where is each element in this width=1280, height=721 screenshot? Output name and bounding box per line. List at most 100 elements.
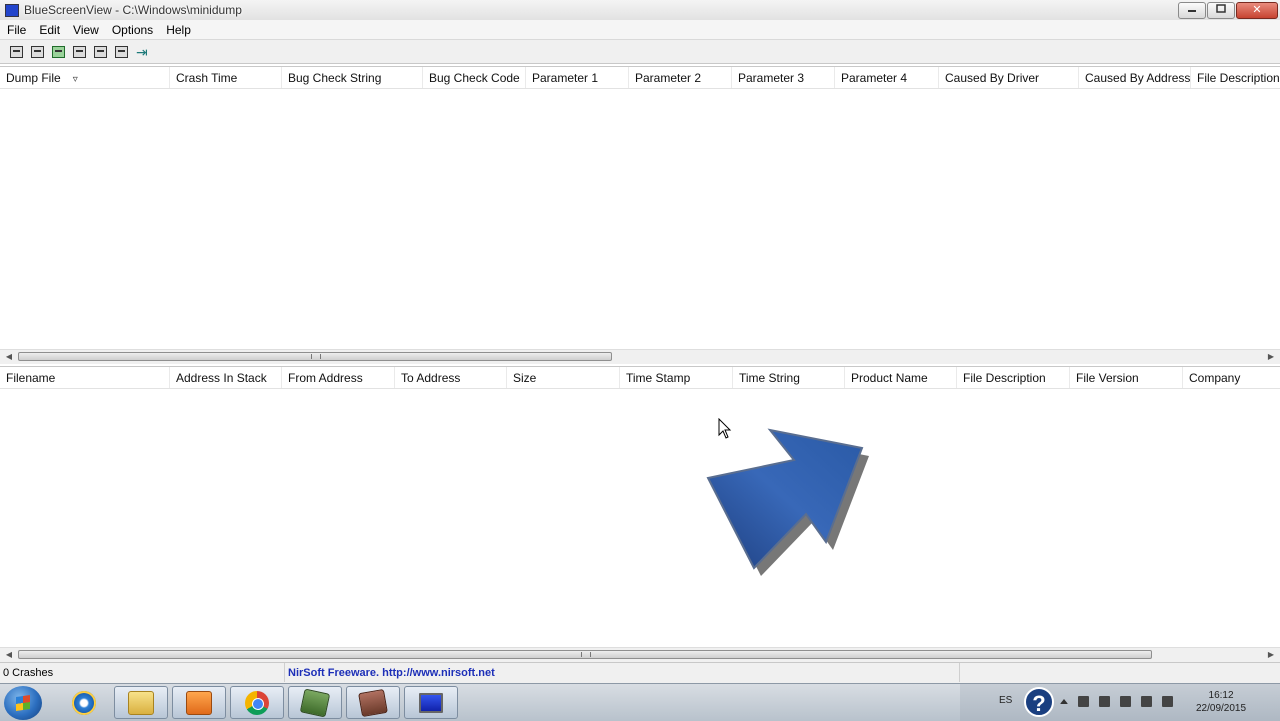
close-button[interactable]: ✕ [1236,2,1278,19]
help-icon[interactable]: ? [1024,687,1054,717]
column-header[interactable]: Parameter 1 [526,67,629,88]
window-controls: ✕ [1177,2,1278,19]
signal-icon[interactable] [1141,696,1152,707]
taskbar-bluescreenview[interactable] [404,686,458,719]
find-icon [115,45,128,58]
title-bar: BlueScreenView - C:\Windows\minidump ✕ [0,0,1280,21]
column-header[interactable]: Address In Stack [170,367,282,388]
column-label: Dump File [6,71,61,85]
column-header[interactable]: Crash Time [170,67,282,88]
windows-logo-icon [16,695,30,711]
menu-options[interactable]: Options [105,23,159,37]
column-header[interactable]: Bug Check Code [423,67,526,88]
status-bar: 0 Crashes NirSoft Freeware. http://www.n… [0,662,1280,683]
maximize-button[interactable] [1207,2,1235,19]
window-title: BlueScreenView - C:\Windows\minidump [24,3,242,17]
action-center-icon[interactable] [1078,696,1089,707]
column-header[interactable]: File Version [1070,367,1183,388]
taskbar-chrome[interactable] [230,686,284,719]
driver-list-hscrollbar[interactable]: ◀ ▶ [0,647,1280,662]
scroll-left-icon[interactable]: ◀ [2,649,16,661]
column-header[interactable]: Time Stamp [620,367,733,388]
close-icon: ✕ [1252,4,1262,16]
copy-button[interactable] [71,43,88,60]
refresh-icon [52,45,65,58]
column-header[interactable]: From Address [282,367,395,388]
html-report-button[interactable] [92,43,109,60]
crash-list-header: Dump File ▿ Crash Time Bug Check String B… [0,67,1280,89]
system-tray: ES ? 16:12 22/09/2015 [960,684,1280,721]
crash-count: 0 Crashes [0,663,285,682]
column-header[interactable]: Product Name [845,367,957,388]
taskbar-app-red[interactable] [346,686,400,719]
volume-icon[interactable] [1162,696,1173,707]
scroll-right-icon[interactable]: ▶ [1264,649,1278,661]
column-header[interactable]: File Description [957,367,1070,388]
sort-icon: ▿ [72,74,78,85]
internet-explorer-icon [72,690,96,715]
driver-list-pane[interactable]: Filename Address In Stack From Address T… [0,366,1280,662]
minimize-icon [1188,10,1196,12]
taskbar: ES ? 16:12 22/09/2015 [0,683,1280,721]
app-icon [5,4,19,17]
scroll-left-icon[interactable]: ◀ [2,351,16,363]
taskbar-media-player[interactable] [172,686,226,719]
show-hidden-icons-icon[interactable] [1060,699,1068,704]
tray-icons [1060,696,1183,707]
column-header[interactable]: Dump File ▿ [0,67,170,88]
nirsoft-link-cell: NirSoft Freeware. http://www.nirsoft.net [285,663,960,682]
scroll-thumb[interactable] [18,650,1152,659]
exit-button[interactable]: ⇥ [134,43,151,60]
menu-file[interactable]: File [0,23,32,37]
column-header[interactable]: Company [1183,367,1280,388]
folder-icon [128,690,154,715]
column-header[interactable]: Size [507,367,620,388]
app-red-icon [358,688,388,717]
clock[interactable]: 16:12 22/09/2015 [1196,689,1246,715]
column-header[interactable]: To Address [395,367,507,388]
column-header[interactable]: Parameter 2 [629,67,732,88]
power-icon[interactable] [1120,696,1131,707]
column-header[interactable]: Bug Check String [282,67,423,88]
media-player-icon [186,690,212,715]
crash-list-hscrollbar[interactable]: ◀ ▶ [0,349,1280,364]
column-header[interactable]: Filename [0,367,170,388]
maximize-icon [1216,4,1226,13]
status-empty [960,663,1280,682]
refresh-button[interactable] [50,43,67,60]
clock-date: 22/09/2015 [1196,703,1247,714]
pointer-arrow-icon [706,428,869,576]
menu-view[interactable]: View [66,23,105,37]
language-indicator[interactable]: ES [999,695,1012,706]
nirsoft-link[interactable]: NirSoft Freeware. http://www.nirsoft.net [288,667,495,679]
properties-icon [10,45,23,58]
toolbar: ⇥ [0,40,1280,64]
menu-edit[interactable]: Edit [32,23,66,37]
column-header[interactable]: Caused By Driver [939,67,1079,88]
taskbar-ie[interactable] [57,686,111,719]
column-header[interactable]: Parameter 4 [835,67,939,88]
properties-button[interactable] [8,43,25,60]
scroll-right-icon[interactable]: ▶ [1264,351,1278,363]
start-button[interactable] [4,686,42,720]
menu-bar: File Edit View Options Help [0,20,1280,40]
taskbar-explorer[interactable] [114,686,168,719]
column-header[interactable]: Time String [733,367,845,388]
scroll-thumb[interactable] [18,352,612,361]
clock-time: 16:12 [1208,690,1234,701]
exit-icon: ⇥ [136,43,148,60]
crash-list-pane[interactable]: Dump File ▿ Crash Time Bug Check String B… [0,66,1280,364]
save-button[interactable] [29,43,46,60]
column-header[interactable]: Parameter 3 [732,67,835,88]
column-header[interactable]: File Description [1191,67,1280,88]
taskbar-app-green[interactable] [288,686,342,719]
minimize-button[interactable] [1178,2,1206,19]
driver-list-header: Filename Address In Stack From Address T… [0,367,1280,389]
column-header[interactable]: Caused By Address [1079,67,1191,88]
network-error-icon[interactable] [1099,696,1110,707]
find-button[interactable] [113,43,130,60]
chrome-icon [245,690,269,715]
copy-icon [73,45,86,58]
html-report-icon [94,45,107,58]
menu-help[interactable]: Help [159,23,197,37]
